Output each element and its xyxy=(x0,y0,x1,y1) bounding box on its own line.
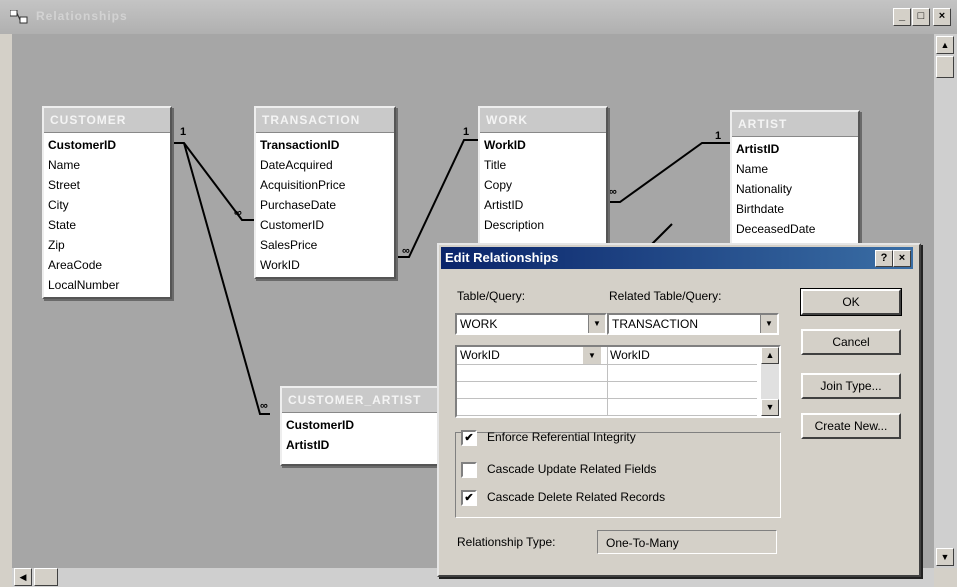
cascade-delete-checkbox[interactable]: ✔ Cascade Delete Related Records xyxy=(461,488,665,506)
checkbox-box[interactable]: ✔ xyxy=(461,489,477,506)
table-artist[interactable]: ARTIST ArtistID Name Nationality Birthda… xyxy=(730,110,860,254)
field-item[interactable]: SalesPrice xyxy=(260,235,390,255)
artist-customerartist-line xyxy=(651,223,673,245)
scroll-down-button[interactable]: ▼ xyxy=(936,548,954,566)
table-title[interactable]: ARTIST xyxy=(732,112,858,137)
table-title[interactable]: WORK xyxy=(480,108,606,133)
help-button[interactable]: ? xyxy=(875,250,893,267)
scroll-thumb[interactable] xyxy=(34,568,58,586)
scroll-down-button[interactable]: ▼ xyxy=(761,399,779,416)
table-title[interactable]: TRANSACTION xyxy=(256,108,394,133)
table-title[interactable]: CUSTOMER xyxy=(44,108,170,133)
field-item[interactable]: LocalNumber xyxy=(48,275,166,295)
minimize-button[interactable]: _ xyxy=(893,8,911,26)
field-item[interactable]: Nationality xyxy=(736,179,854,199)
maximize-button[interactable]: □ xyxy=(912,8,930,26)
field-item[interactable]: City xyxy=(48,195,166,215)
rel-many-label: ∞ xyxy=(234,207,242,219)
table-customer-artist[interactable]: CUSTOMER_ARTIST CustomerID ArtistID xyxy=(280,386,454,466)
field-item[interactable]: Street xyxy=(48,175,166,195)
dropdown-arrow-icon[interactable]: ▼ xyxy=(588,315,605,333)
relationship-type-value: One-To-Many xyxy=(597,530,777,554)
field-item[interactable]: TransactionID xyxy=(260,135,390,155)
field-item[interactable]: CustomerID xyxy=(286,415,448,435)
field-item[interactable]: Name xyxy=(48,155,166,175)
table-query-select[interactable]: WORK ▼ xyxy=(455,313,607,335)
checkbox-box[interactable] xyxy=(461,461,477,478)
cancel-button[interactable]: Cancel xyxy=(801,329,901,355)
field-item[interactable]: Zip xyxy=(48,235,166,255)
left-field-cell[interactable]: WorkID xyxy=(457,347,500,364)
field-item[interactable]: AcquisitionPrice xyxy=(260,175,390,195)
field-item[interactable]: CustomerID xyxy=(260,215,390,235)
right-field-cell[interactable]: WorkID xyxy=(607,347,650,364)
table-query-label: Table/Query: xyxy=(457,289,526,303)
checkbox-label[interactable]: Cascade Delete Related Records xyxy=(487,490,665,504)
rel-one-label: 1 xyxy=(463,126,470,138)
field-item[interactable]: WorkID xyxy=(260,255,390,275)
field-item[interactable]: State xyxy=(48,215,166,235)
window-title: Relationships xyxy=(36,9,128,23)
vertical-scrollbar[interactable]: ▲ ▼ xyxy=(934,34,957,568)
enforce-integrity-checkbox[interactable]: ✔ Enforce Referential Integrity xyxy=(461,428,636,446)
field-item[interactable]: Copy xyxy=(484,175,602,195)
close-button[interactable]: × xyxy=(933,8,951,26)
window-titlebar: Relationships _ □ × xyxy=(0,0,957,34)
field-item[interactable]: Birthdate xyxy=(736,199,854,219)
dropdown-arrow-icon[interactable]: ▼ xyxy=(760,315,777,333)
rel-many-label: ∞ xyxy=(402,245,410,257)
checkbox-label[interactable]: Enforce Referential Integrity xyxy=(487,430,636,444)
related-table-query-label: Related Table/Query: xyxy=(609,289,722,303)
dialog-titlebar: Edit Relationships ? × xyxy=(441,247,913,269)
work-artist-line xyxy=(610,142,730,203)
dialog-title: Edit Relationships xyxy=(445,250,559,265)
table-customer[interactable]: CUSTOMER CustomerID Name Street City Sta… xyxy=(42,106,172,299)
field-item[interactable]: AreaCode xyxy=(48,255,166,275)
relationships-window-icon xyxy=(10,10,28,24)
relationship-type-label: Relationship Type: xyxy=(457,535,556,549)
field-item[interactable]: Name xyxy=(736,159,854,179)
field-item[interactable]: Title xyxy=(484,155,602,175)
field-item[interactable]: DateAcquired xyxy=(260,155,390,175)
ok-button[interactable]: OK xyxy=(800,288,902,316)
scroll-left-button[interactable]: ◀ xyxy=(14,568,32,586)
table-transaction[interactable]: TRANSACTION TransactionID DateAcquired A… xyxy=(254,106,396,279)
rel-one-label: 1 xyxy=(180,126,187,138)
dropdown-arrow-icon[interactable]: ▼ xyxy=(583,347,601,364)
table-work[interactable]: WORK WorkID Title Copy ArtistID Descript… xyxy=(478,106,608,250)
table-title[interactable]: CUSTOMER_ARTIST xyxy=(282,388,452,413)
scroll-up-button[interactable]: ▲ xyxy=(761,347,779,364)
related-table-query-value: TRANSACTION xyxy=(612,317,699,331)
create-new-button[interactable]: Create New... xyxy=(801,413,901,439)
transaction-work-line xyxy=(397,139,478,258)
field-item[interactable]: ArtistID xyxy=(484,195,602,215)
field-mapping-grid[interactable]: WorkID ▼ WorkID ▲ ▼ xyxy=(455,345,781,418)
grid-scrollbar[interactable]: ▲ ▼ xyxy=(761,347,779,416)
checkbox-label[interactable]: Cascade Update Related Fields xyxy=(487,462,656,476)
edit-relationships-dialog: Edit Relationships ? × Table/Query: Rela… xyxy=(437,243,921,577)
rel-many-label: ∞ xyxy=(609,186,617,198)
column-divider xyxy=(607,347,608,416)
scroll-thumb[interactable] xyxy=(936,56,954,78)
cascade-update-checkbox[interactable]: Cascade Update Related Fields xyxy=(461,460,656,478)
field-item[interactable]: ArtistID xyxy=(736,139,854,159)
field-item[interactable]: Description xyxy=(484,215,602,235)
table-query-value: WORK xyxy=(460,317,498,331)
field-item[interactable]: DeceasedDate xyxy=(736,219,854,239)
field-item[interactable]: WorkID xyxy=(484,135,602,155)
scroll-up-button[interactable]: ▲ xyxy=(936,36,954,54)
dialog-close-button[interactable]: × xyxy=(893,250,911,267)
field-item[interactable]: ArtistID xyxy=(286,435,448,455)
rel-many-label: ∞ xyxy=(260,400,268,412)
field-item[interactable]: CustomerID xyxy=(48,135,166,155)
related-table-query-select[interactable]: TRANSACTION ▼ xyxy=(607,313,779,335)
join-type-button[interactable]: Join Type... xyxy=(801,373,901,399)
checkbox-box[interactable]: ✔ xyxy=(461,429,477,446)
field-item[interactable]: PurchaseDate xyxy=(260,195,390,215)
rel-one-label: 1 xyxy=(715,130,722,142)
